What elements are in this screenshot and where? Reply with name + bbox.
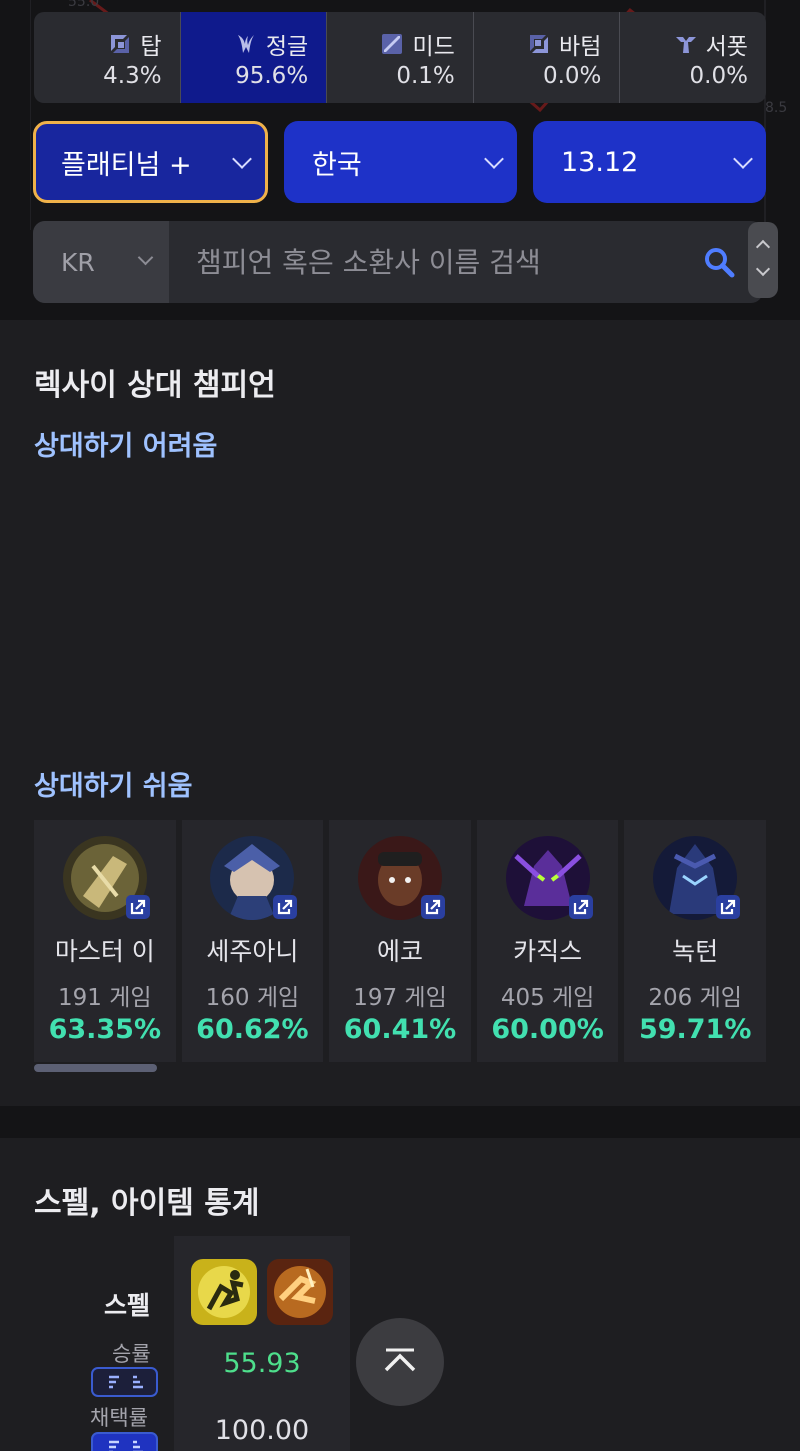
champion-winrate: 59.71% [638, 1014, 752, 1045]
chevron-down-icon [232, 149, 252, 169]
tier-select-value: 플래티넘 + [61, 149, 192, 181]
lane-pct-mid: 0.1% [396, 62, 455, 89]
region-select-value: 한국 [312, 149, 362, 181]
arrow-up-icon [384, 1348, 416, 1372]
lane-pct-bottom: 0.0% [542, 62, 602, 89]
patch-select-value: 13.12 [561, 146, 639, 178]
champion-winrate: 60.62% [196, 1014, 309, 1045]
lane-tab-mid[interactable]: 미드 0.1% [327, 12, 474, 103]
horizontal-scrollbar[interactable] [34, 1064, 157, 1072]
smite-spell-icon [267, 1259, 333, 1325]
search-bar: KR [33, 221, 763, 303]
champion-card[interactable]: 마스터 이 191 게임 63.35% [34, 820, 176, 1062]
support-lane-icon [675, 36, 696, 53]
section-divider [0, 1106, 800, 1138]
champion-card[interactable]: 카직스 405 게임 60.00% [476, 820, 619, 1062]
patch-select[interactable]: 13.12 [533, 121, 766, 203]
champion-winrate: 60.00% [491, 1014, 604, 1045]
champion-games: 191 게임 [58, 985, 152, 1011]
champion-games: 197 게임 [353, 985, 447, 1011]
champion-name: 마스터 이 [54, 937, 155, 966]
champion-winrate: 60.41% [343, 1014, 457, 1045]
lane-label-top: 탑 [140, 33, 162, 60]
champion-card[interactable]: 세주아니 160 게임 60.62% [181, 820, 324, 1062]
bottom-lane-icon [530, 34, 549, 53]
search-icon[interactable] [701, 244, 737, 280]
header-area: 55.0 8.5 탑 4.3% 정글 95.6% 미드 0.1% 바텀 0.0%… [0, 0, 800, 320]
chart-tick-right: 8.5 [765, 100, 788, 116]
winrate-sort-button[interactable] [91, 1367, 158, 1397]
spell-item-title: 스펠, 아이템 통계 [34, 1186, 260, 1221]
pickrate-row-label: 채택률 [90, 1406, 148, 1430]
lane-tab-jungle[interactable]: 정글 95.6% [180, 12, 328, 103]
chevron-down-icon [137, 249, 154, 266]
top-lane-icon [111, 34, 130, 53]
ghost-spell-icon [191, 1259, 257, 1325]
external-link-icon[interactable] [715, 894, 741, 920]
external-link-icon[interactable] [568, 894, 594, 920]
counter-section: 렉사이 상대 챔피언 상대하기 어려움 상대하기 쉬움 마스터 이 191 게임… [0, 320, 800, 1106]
lane-pct-jungle: 95.6% [235, 62, 309, 89]
lane-label-jungle: 정글 [265, 33, 309, 60]
sort-icon [108, 1375, 143, 1389]
hard-counter-title: 상대하기 어려움 [34, 431, 218, 462]
chart-tick-top: 55.0 [68, 0, 100, 10]
lane-pct-top: 4.3% [103, 62, 162, 89]
region-select[interactable]: 한국 [284, 121, 517, 203]
chevron-up-icon[interactable] [755, 239, 771, 255]
external-link-icon[interactable] [125, 894, 151, 920]
search-input[interactable] [170, 221, 700, 303]
lane-selector: 탑 4.3% 정글 95.6% 미드 0.1% 바텀 0.0% 서폿 0.0% [34, 12, 766, 103]
lane-pct-support: 0.0% [689, 62, 748, 89]
lane-tab-support[interactable]: 서폿 0.0% [620, 12, 766, 103]
counter-title: 렉사이 상대 챔피언 [34, 368, 276, 403]
search-stepper[interactable] [748, 222, 778, 298]
champion-games: 160 게임 [205, 985, 300, 1011]
chevron-down-icon[interactable] [755, 261, 771, 277]
champion-name: 녹턴 [672, 937, 719, 966]
champion-name: 에코 [376, 937, 423, 966]
winrate-row-label: 승률 [112, 1342, 151, 1366]
lane-label-bottom: 바텀 [559, 33, 602, 60]
external-link-icon[interactable] [272, 894, 298, 920]
search-region-dropdown[interactable]: KR [33, 221, 169, 303]
sort-icon [108, 1440, 143, 1451]
external-link-icon[interactable] [420, 894, 446, 920]
spell-row-label: 스펠 [104, 1291, 151, 1320]
lane-label-mid: 미드 [412, 33, 455, 60]
chevron-down-icon [733, 149, 753, 169]
spell-pickrate: 100.00 [214, 1415, 310, 1446]
easy-counter-title: 상대하기 쉬움 [34, 771, 193, 802]
jungle-lane-icon [237, 34, 254, 53]
lane-tab-bottom[interactable]: 바텀 0.0% [474, 12, 621, 103]
champion-games: 405 게임 [500, 985, 595, 1011]
tier-select[interactable]: 플래티넘 + [33, 121, 268, 203]
search-region-value: KR [61, 247, 95, 277]
champion-card[interactable]: 녹턴 206 게임 59.71% [624, 820, 766, 1062]
chevron-down-icon [484, 149, 504, 169]
scroll-to-top-button[interactable] [356, 1318, 444, 1406]
champion-card[interactable]: 에코 197 게임 60.41% [329, 820, 471, 1062]
champion-name: 카직스 [513, 937, 583, 966]
pickrate-sort-button[interactable] [91, 1432, 158, 1451]
mid-lane-icon [382, 33, 403, 54]
champion-games: 206 게임 [648, 985, 742, 1011]
lane-tab-top[interactable]: 탑 4.3% [34, 12, 181, 103]
champion-winrate: 63.35% [48, 1014, 162, 1045]
easy-counter-list: 마스터 이 191 게임 63.35% 세주아니 160 게임 60.62% 에… [34, 820, 766, 1062]
champion-name: 세주아니 [206, 937, 299, 966]
spell-winrate: 55.93 [223, 1348, 301, 1379]
lane-label-support: 서폿 [705, 33, 748, 60]
